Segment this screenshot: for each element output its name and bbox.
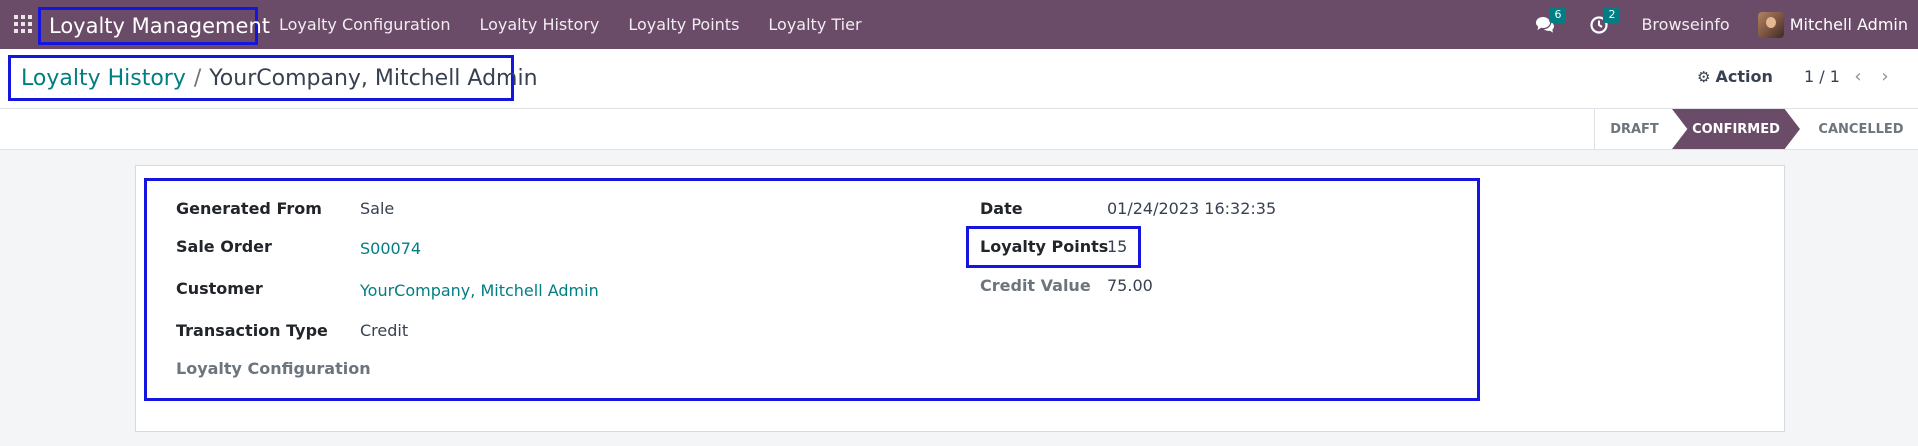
navbar-systray: 6 2 Browseinfo Mitchell Admin bbox=[1533, 0, 1918, 49]
form-statusbar: Draft Confirmed Cancelled bbox=[0, 109, 1918, 150]
chevron-right-icon: › bbox=[1881, 65, 1889, 87]
label-customer: Customer bbox=[176, 279, 263, 298]
status-cancelled[interactable]: Cancelled bbox=[1806, 109, 1916, 149]
value-transaction-type[interactable]: Credit bbox=[360, 321, 408, 340]
status-draft[interactable]: Draft bbox=[1594, 109, 1674, 149]
value-date[interactable]: 01/24/2023 16:32:35 bbox=[1107, 199, 1276, 218]
pager-next-button[interactable]: › bbox=[1875, 65, 1895, 87]
label-date: Date bbox=[980, 199, 1023, 218]
menu-loyalty-tier[interactable]: Loyalty Tier bbox=[768, 15, 861, 34]
breadcrumb: Loyalty History / YourCompany, Mitchell … bbox=[8, 55, 538, 101]
value-sale-order[interactable]: S00074 bbox=[360, 239, 421, 258]
label-loyalty-points: Loyalty Points bbox=[980, 237, 1109, 256]
menu-loyalty-points[interactable]: Loyalty Points bbox=[628, 15, 739, 34]
label-generated-from: Generated From bbox=[176, 199, 322, 218]
messages-badge: 6 bbox=[1549, 6, 1567, 23]
activities-badge: 2 bbox=[1603, 6, 1621, 23]
chevron-left-icon: ‹ bbox=[1854, 65, 1862, 87]
avatar bbox=[1757, 11, 1784, 38]
pager-value[interactable]: 1 / 1 bbox=[1804, 67, 1840, 86]
company-switcher[interactable]: Browseinfo bbox=[1641, 15, 1729, 34]
menu-loyalty-history[interactable]: Loyalty History bbox=[479, 15, 599, 34]
label-sale-order: Sale Order bbox=[176, 237, 272, 256]
messages-button[interactable]: 6 bbox=[1533, 6, 1567, 37]
activities-button[interactable]: 2 bbox=[1587, 6, 1621, 37]
breadcrumb-current: YourCompany, Mitchell Admin bbox=[209, 65, 538, 91]
value-customer[interactable]: YourCompany, Mitchell Admin bbox=[360, 281, 599, 300]
pager-previous-button[interactable]: ‹ bbox=[1848, 65, 1868, 87]
label-loyalty-configuration: Loyalty Configuration bbox=[176, 359, 371, 378]
user-menu[interactable]: Mitchell Admin bbox=[1757, 11, 1908, 38]
top-navbar: Loyalty Management Loyalty Configuration… bbox=[0, 0, 1918, 49]
main-menu: Loyalty Configuration Loyalty History Lo… bbox=[279, 0, 891, 49]
app-grid-icon[interactable] bbox=[14, 15, 32, 33]
gear-icon: ⚙ bbox=[1697, 67, 1711, 86]
value-loyalty-points[interactable]: 15 bbox=[1107, 237, 1127, 256]
action-label: Action bbox=[1715, 67, 1773, 86]
breadcrumb-loyalty-history[interactable]: Loyalty History bbox=[21, 66, 186, 91]
app-name[interactable]: Loyalty Management bbox=[38, 7, 270, 45]
status-confirmed[interactable]: Confirmed bbox=[1672, 109, 1800, 149]
label-credit-value: Credit Value bbox=[980, 276, 1091, 295]
control-panel: Loyalty History / YourCompany, Mitchell … bbox=[0, 49, 1918, 109]
action-button[interactable]: ⚙ Action bbox=[1697, 67, 1773, 86]
breadcrumb-separator: / bbox=[193, 65, 202, 91]
value-generated-from[interactable]: Sale bbox=[360, 199, 394, 218]
user-name: Mitchell Admin bbox=[1789, 15, 1908, 34]
menu-loyalty-configuration[interactable]: Loyalty Configuration bbox=[279, 15, 450, 34]
label-transaction-type: Transaction Type bbox=[176, 321, 328, 340]
value-credit-value[interactable]: 75.00 bbox=[1107, 276, 1153, 295]
